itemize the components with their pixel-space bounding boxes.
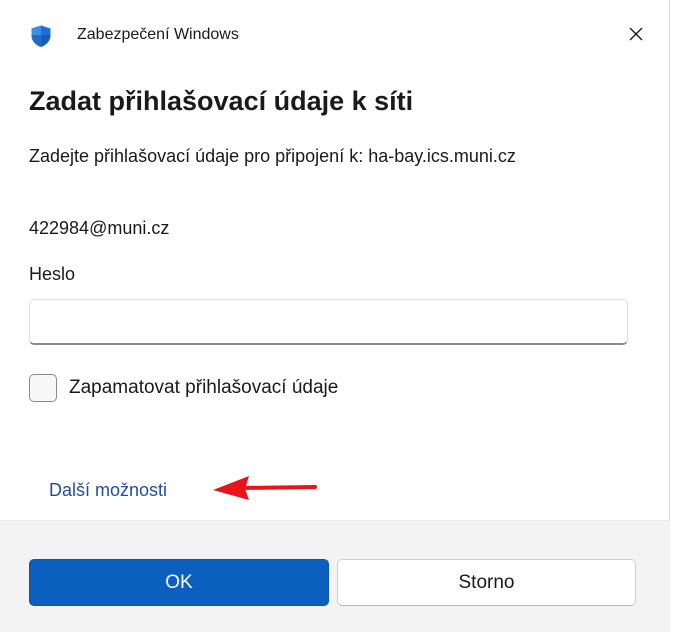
close-button[interactable] bbox=[618, 19, 654, 53]
ok-button[interactable]: OK bbox=[29, 559, 329, 606]
username-text: 422984@muni.cz bbox=[29, 218, 170, 238]
shield-icon bbox=[29, 24, 53, 48]
remember-checkbox[interactable] bbox=[29, 374, 57, 402]
app-title: Zabezpečení Windows bbox=[77, 26, 239, 43]
red-arrow-annotation bbox=[205, 472, 320, 504]
remember-credentials-option[interactable]: Zapamatovat přihlašovací údaje bbox=[29, 374, 338, 402]
password-label: Heslo bbox=[29, 264, 76, 284]
remember-label: Zapamatovat přihlašovací údaje bbox=[69, 377, 339, 398]
dialog-heading: Zadat přihlašovací údaje k síti bbox=[29, 86, 414, 116]
password-field[interactable] bbox=[29, 299, 628, 345]
more-options-link[interactable]: Další možnosti bbox=[49, 480, 167, 501]
dialog-subtitle: Zadejte přihlašovací údaje pro připojení… bbox=[29, 146, 516, 166]
dialog-footer: OK Storno bbox=[0, 520, 670, 632]
close-icon bbox=[628, 26, 644, 47]
credentials-dialog: Zabezpečení Windows Zadat přihlašovací ú… bbox=[0, 0, 670, 632]
title-bar: Zabezpečení Windows bbox=[0, 0, 670, 70]
cancel-button[interactable]: Storno bbox=[337, 559, 636, 606]
